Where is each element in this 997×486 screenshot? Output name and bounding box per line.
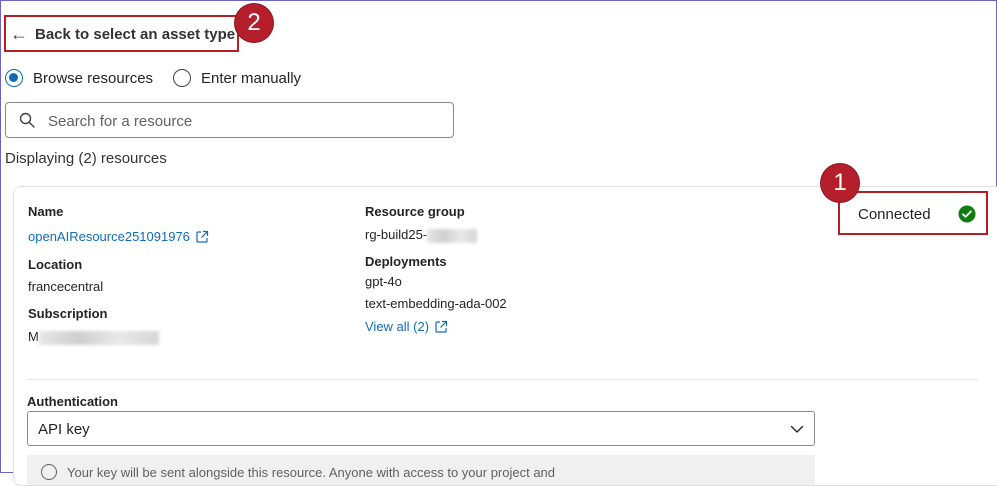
resource-group-value: rg-build25- [365, 227, 478, 243]
radio-unchecked-icon[interactable] [173, 69, 191, 87]
authentication-label: Authentication [27, 394, 118, 409]
deployments-label: Deployments [365, 254, 447, 269]
card-divider [28, 379, 978, 380]
back-button-label: Back to select an asset type [35, 26, 236, 43]
arrow-left-icon: ← [10, 24, 28, 44]
connected-label: Connected [858, 206, 931, 223]
subscription-prefix: M [28, 329, 39, 344]
results-count: Displaying (2) resources [5, 150, 167, 167]
authentication-value: API key [38, 421, 90, 438]
annotation-badge-1: 1 [821, 164, 859, 202]
radio-label-browse: Browse resources [33, 69, 154, 87]
resource-group-label: Resource group [365, 204, 465, 219]
radio-checked-icon[interactable] [5, 69, 23, 87]
checkmark-circle-icon [958, 205, 976, 223]
chevron-down-icon [790, 425, 804, 433]
external-link-icon [435, 320, 448, 333]
search-box[interactable] [5, 102, 454, 138]
info-message-bar: Your key will be sent alongside this res… [27, 455, 815, 485]
name-label: Name [28, 204, 64, 219]
redacted-resource-group [427, 228, 478, 243]
deployment-item: gpt-4o [365, 274, 402, 289]
redacted-subscription [38, 330, 159, 345]
radio-label-manual: Enter manually [201, 69, 302, 87]
authentication-dropdown[interactable]: API key [27, 411, 815, 446]
subscription-value: M [28, 329, 159, 345]
location-label: Location [28, 257, 83, 272]
search-input[interactable] [46, 107, 450, 135]
radio-enter-manually[interactable]: Enter manually [173, 67, 301, 89]
view-all-text: View all (2) [365, 319, 430, 334]
radio-browse-resources[interactable]: Browse resources [5, 67, 153, 89]
subscription-label: Subscription [28, 306, 108, 321]
resource-name-text: openAIResource251091976 [28, 229, 190, 244]
resource-group-prefix: rg-build25- [365, 227, 428, 242]
external-link-icon [196, 230, 209, 243]
search-icon [19, 112, 35, 128]
view-all-deployments-link[interactable]: View all (2) [365, 319, 448, 334]
resource-name-link[interactable]: openAIResource251091976 [28, 229, 209, 244]
deployment-item: text-embedding-ada-002 [365, 296, 507, 311]
info-icon [41, 464, 57, 480]
back-to-asset-type-button[interactable]: ← Back to select an asset type [4, 15, 239, 52]
connection-status: Connected [838, 191, 988, 235]
annotation-badge-2: 2 [235, 4, 273, 42]
location-value: francecentral [28, 279, 104, 294]
